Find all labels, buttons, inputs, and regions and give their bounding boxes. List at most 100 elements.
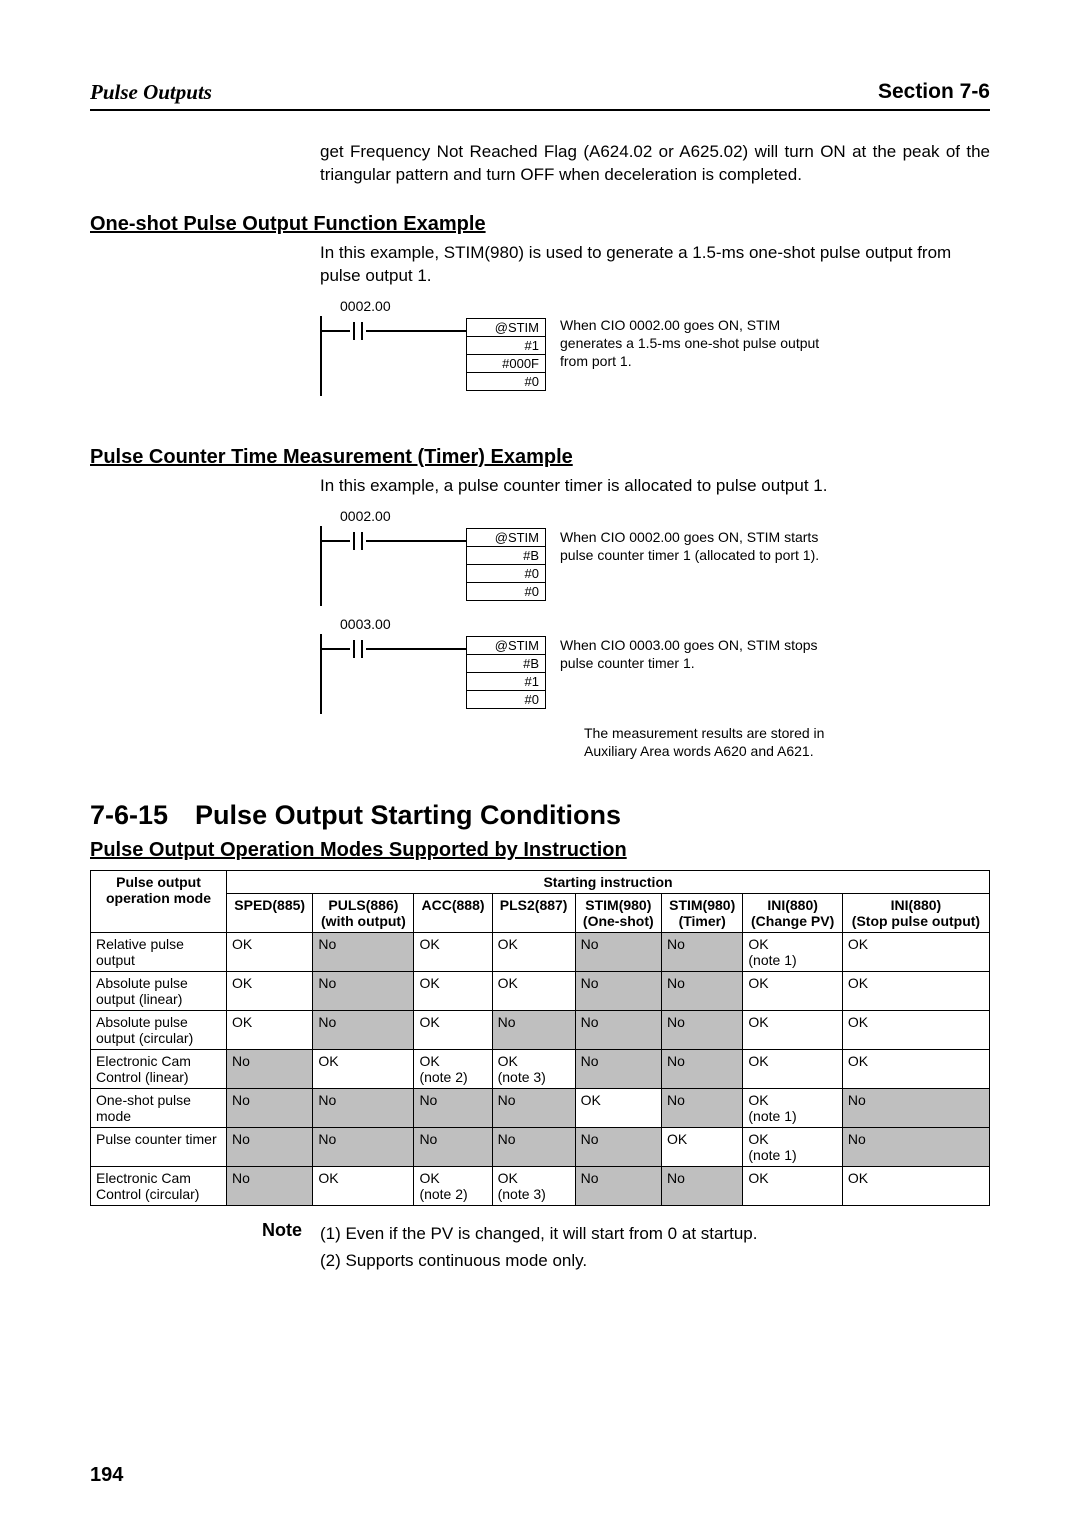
mode-name-cell: Pulse counter timer (91, 1128, 227, 1167)
mode-name-cell: Absolute pulse output (circular) (91, 1011, 227, 1050)
table-row: Relative pulse outputOKNoOKOKNoNoOK(note… (91, 933, 990, 972)
timer-text: In this example, a pulse counter timer i… (320, 475, 990, 498)
measurement-note: The measurement results are stored in Au… (584, 724, 864, 760)
mode-name-cell: Absolute pulse output (linear) (91, 972, 227, 1011)
mode-name-cell: One-shot pulse mode (91, 1089, 227, 1128)
mode-cell: No (575, 1011, 661, 1050)
header-right: Section 7-6 (878, 80, 990, 105)
instr-line: #0 (466, 690, 546, 709)
timer2-caption: When CIO 0003.00 goes ON, STIM stops pul… (560, 636, 840, 672)
mode-cell: No (227, 1050, 313, 1089)
ladder-rail (320, 526, 466, 606)
timer2-contact-label: 0003.00 (340, 616, 990, 632)
col-header: ACC(888) (414, 894, 492, 933)
ladder-rail (320, 316, 466, 396)
mode-cell: No (414, 1128, 492, 1167)
table-row: Absolute pulse output (circular)OKNoOKNo… (91, 1011, 990, 1050)
col-header: PLS2(887) (492, 894, 575, 933)
mode-cell: OK (743, 1167, 842, 1206)
mode-cell: OK (743, 972, 842, 1011)
col-header: SPED(885) (227, 894, 313, 933)
note-item: (2) Supports continuous mode only. (320, 1247, 757, 1274)
mode-cell: OK (414, 972, 492, 1011)
mode-cell: OK(note 1) (743, 933, 842, 972)
mode-cell: OK(note 3) (492, 1167, 575, 1206)
instr-line: #B (466, 546, 546, 565)
timer1-contact-label: 0002.00 (340, 508, 990, 524)
instr-line: #1 (466, 672, 546, 691)
mode-cell: OK (227, 1011, 313, 1050)
note-body: (1) Even if the PV is changed, it will s… (320, 1220, 757, 1274)
instr-line: @STIM (466, 318, 546, 337)
mode-cell: OK (743, 1011, 842, 1050)
note-item: (1) Even if the PV is changed, it will s… (320, 1220, 757, 1247)
mode-cell: OK (842, 972, 989, 1011)
timer-heading: Pulse Counter Time Measurement (Timer) E… (90, 446, 990, 469)
mode-cell: No (313, 1089, 414, 1128)
instr-line: #0 (466, 564, 546, 583)
mode-cell: OK (842, 1167, 989, 1206)
notes: Note (1) Even if the PV is changed, it w… (90, 1220, 990, 1274)
mode-cell: OK(note 1) (743, 1128, 842, 1167)
instr-line: #0 (466, 582, 546, 601)
mode-cell: OK (842, 1050, 989, 1089)
mode-cell: No (575, 1050, 661, 1089)
mode-cell: OK (575, 1089, 661, 1128)
mode-cell: OK (414, 1011, 492, 1050)
mode-cell: OK(note 2) (414, 1050, 492, 1089)
oneshot-text: In this example, STIM(980) is used to ge… (320, 242, 990, 288)
instr-line: @STIM (466, 528, 546, 547)
col-header: STIM(980)(One-shot) (575, 894, 661, 933)
timer-ladder-2: 0003.00 @STIM #B #1 #0 When CIO 0003.00 … (320, 616, 990, 714)
instr-line: #1 (466, 336, 546, 355)
mode-cell: No (575, 972, 661, 1011)
ladder-rail (320, 634, 466, 714)
oneshot-instruction-block: @STIM #1 #000F #0 (466, 318, 546, 390)
col-header: PULS(886)(with output) (313, 894, 414, 933)
mode-cell: No (575, 1128, 661, 1167)
table-row: Electronic Cam Control (circular)NoOKOK(… (91, 1167, 990, 1206)
oneshot-caption: When CIO 0002.00 goes ON, STIM generates… (560, 316, 840, 371)
mode-cell: OK (661, 1128, 742, 1167)
mode-cell: No (661, 1050, 742, 1089)
timer-ladder-1: 0002.00 @STIM #B #0 #0 When CIO 0002.00 … (320, 508, 990, 606)
mode-cell: OK(note 2) (414, 1167, 492, 1206)
operation-modes-table: Pulse output operation mode Starting ins… (90, 870, 990, 1206)
mode-cell: OK(note 1) (743, 1089, 842, 1128)
mode-cell: OK (743, 1050, 842, 1089)
mode-cell: OK (414, 933, 492, 972)
mode-cell: No (492, 1089, 575, 1128)
mode-cell: No (661, 1089, 742, 1128)
mode-cell: OK (842, 1011, 989, 1050)
mode-cell: No (492, 1011, 575, 1050)
mode-cell: OK(note 3) (492, 1050, 575, 1089)
mode-cell: OK (492, 972, 575, 1011)
starting-instruction-header: Starting instruction (227, 871, 990, 894)
page: Pulse Outputs Section 7-6 get Frequency … (0, 0, 1080, 1527)
mode-cell: No (313, 972, 414, 1011)
mode-cell: No (661, 1011, 742, 1050)
mode-cell: OK (227, 972, 313, 1011)
mode-cell: OK (227, 933, 313, 972)
mode-cell: No (227, 1128, 313, 1167)
instr-line: @STIM (466, 636, 546, 655)
table-row: Pulse counter timerNoNoNoNoNoOKOK(note 1… (91, 1128, 990, 1167)
intro-paragraph: get Frequency Not Reached Flag (A624.02 … (320, 141, 990, 187)
col-header: INI(880)(Stop pulse output) (842, 894, 989, 933)
page-header: Pulse Outputs Section 7-6 (90, 80, 990, 111)
mode-name-cell: Relative pulse output (91, 933, 227, 972)
col-header: STIM(980)(Timer) (661, 894, 742, 933)
mode-cell: No (313, 1011, 414, 1050)
timer2-instruction-block: @STIM #B #1 #0 (466, 636, 546, 708)
header-left: Pulse Outputs (90, 80, 212, 105)
oneshot-heading: One-shot Pulse Output Function Example (90, 213, 990, 236)
mode-cell: No (575, 933, 661, 972)
instr-line: #B (466, 654, 546, 673)
main-heading: 7-6-15 Pulse Output Starting Conditions (90, 800, 990, 831)
mode-name-cell: Electronic Cam Control (linear) (91, 1050, 227, 1089)
mode-cell: No (661, 972, 742, 1011)
mode-cell: No (661, 1167, 742, 1206)
mode-name-cell: Electronic Cam Control (circular) (91, 1167, 227, 1206)
modes-heading: Pulse Output Operation Modes Supported b… (90, 839, 990, 862)
mode-cell: No (227, 1167, 313, 1206)
